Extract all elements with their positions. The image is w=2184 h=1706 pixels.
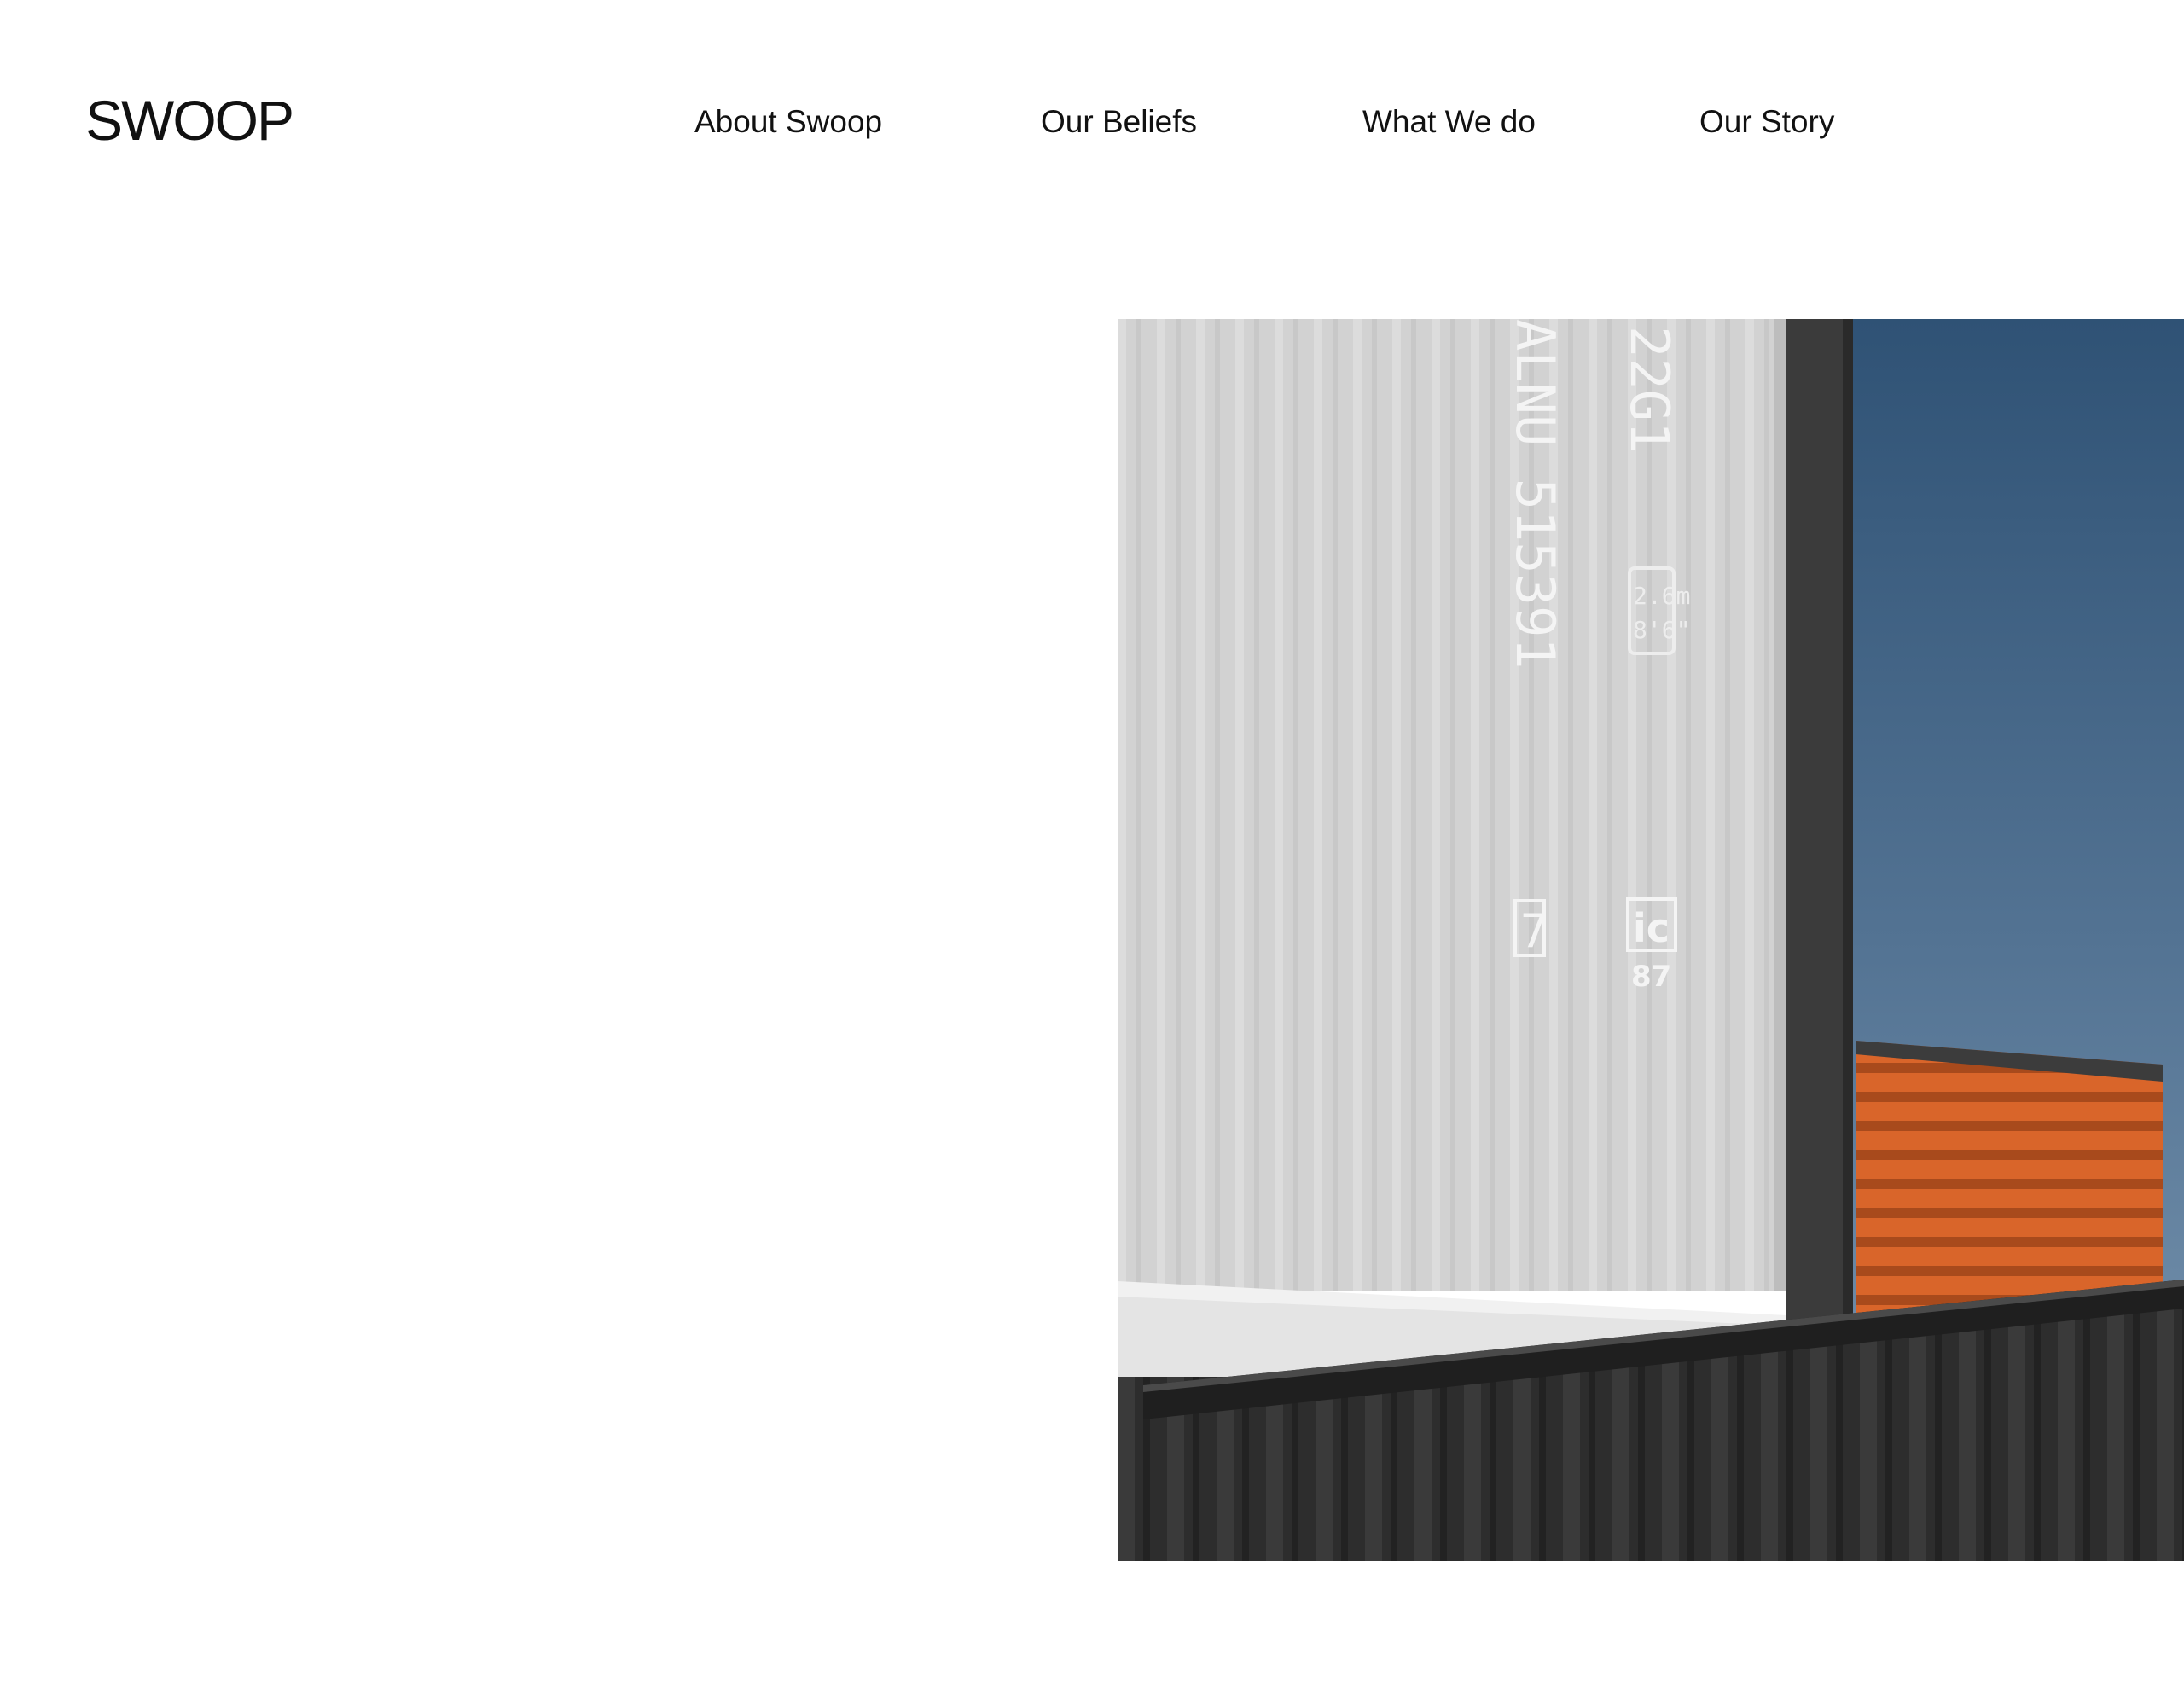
nav-what-we-do[interactable]: What We do [1362,106,1536,137]
nav-about-swoop[interactable]: About Swoop [694,106,882,137]
swoop-logo[interactable]: SWOOP [85,92,294,148]
white-container [1118,319,1786,1377]
height-label-1: 2.6m [1633,582,1690,610]
height-label-2: 8'6" [1633,616,1690,644]
ic-year: 87 [1631,960,1671,994]
orange-container [1856,1041,2163,1326]
hero-image: ALNU 515391 22G1 7 2.6m 8'6" ic 87 [1118,319,2184,1561]
type-code: 22G1 [1618,326,1681,453]
nav-our-story[interactable]: Our Story [1699,106,1834,137]
container-code: ALNU 515391 [1504,319,1566,670]
check-digit: 7 [1520,904,1548,958]
site-header: SWOOP About Swoop Our Beliefs What We do… [0,0,2184,188]
ic-mark: ic [1633,905,1670,951]
nav-our-beliefs[interactable]: Our Beliefs [1041,106,1197,137]
containers-photo: ALNU 515391 22G1 7 2.6m 8'6" ic 87 [1118,319,2184,1561]
